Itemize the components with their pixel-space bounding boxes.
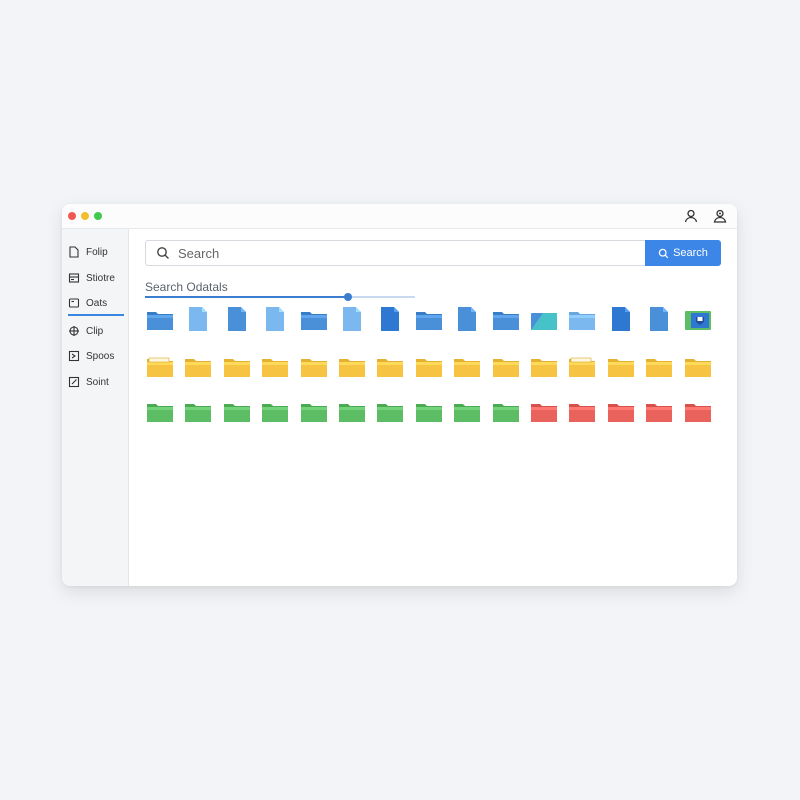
folder-icon[interactable]	[183, 396, 213, 426]
folder-icon[interactable]	[644, 351, 674, 381]
storage-icon	[68, 273, 80, 283]
sidebar-item-label: Folip	[86, 246, 108, 258]
folder-icon[interactable]	[260, 396, 290, 426]
folder-icon	[68, 298, 80, 308]
folder-icon[interactable]	[529, 396, 559, 426]
folder-icon[interactable]	[299, 396, 329, 426]
folder-icon[interactable]	[337, 396, 367, 426]
folder-icon[interactable]	[491, 351, 521, 381]
document-icon[interactable]	[337, 304, 367, 334]
search-field[interactable]	[145, 240, 645, 266]
folder-icon[interactable]	[683, 396, 713, 426]
folder-icon[interactable]	[606, 351, 636, 381]
folder-icon[interactable]	[299, 304, 329, 334]
folder-icon[interactable]	[529, 351, 559, 381]
search-icon	[157, 247, 169, 259]
folder-icon[interactable]	[414, 396, 444, 426]
file-icon	[69, 246, 79, 258]
folder-icon[interactable]	[491, 304, 521, 334]
app-window: Folip Stiotre Oats Clip Spoos Soint Sear…	[62, 204, 737, 586]
folder-icon[interactable]	[145, 396, 175, 426]
folder-icon[interactable]	[567, 351, 597, 381]
folder-icon[interactable]	[491, 396, 521, 426]
sidebar: Folip Stiotre Oats Clip Spoos Soint	[62, 229, 129, 586]
folder-icon[interactable]	[452, 396, 482, 426]
sidebar-item-label: Stiotre	[86, 272, 115, 284]
folder-icon[interactable]	[299, 351, 329, 381]
progress-fill	[145, 296, 348, 298]
folder-icon[interactable]	[567, 304, 597, 334]
search-input[interactable]	[176, 244, 645, 262]
user-icon[interactable]	[683, 208, 699, 224]
folder-icon[interactable]	[145, 351, 175, 381]
document-icon[interactable]	[183, 304, 213, 334]
folder-icon[interactable]	[375, 396, 405, 426]
sidebar-item-spoos[interactable]: Spoos	[68, 345, 124, 367]
sidebar-item-soint[interactable]: Soint	[68, 371, 124, 393]
image-icon	[68, 350, 80, 362]
sidebar-item-label: Oats	[86, 297, 108, 309]
maximize-window-button[interactable]	[94, 212, 102, 220]
folder-icon[interactable]	[529, 304, 559, 334]
progress-slider[interactable]	[145, 293, 415, 301]
folder-icon[interactable]	[222, 396, 252, 426]
folder-icon[interactable]	[452, 351, 482, 381]
sidebar-item-folip[interactable]: Folip	[68, 241, 124, 263]
sidebar-item-oats[interactable]: Oats	[68, 292, 124, 316]
file-row	[145, 351, 725, 383]
document-icon[interactable]	[606, 304, 636, 334]
folder-icon[interactable]	[683, 351, 713, 381]
search-button[interactable]: Search	[645, 240, 721, 266]
search-button-label: Search	[673, 247, 708, 259]
folder-icon[interactable]	[337, 351, 367, 381]
document-icon[interactable]	[644, 304, 674, 334]
document-icon[interactable]	[222, 304, 252, 334]
progress-handle[interactable]	[343, 293, 352, 301]
link-icon	[69, 326, 79, 336]
minimize-window-button[interactable]	[81, 212, 89, 220]
document-icon[interactable]	[260, 304, 290, 334]
document-icon[interactable]	[452, 304, 482, 334]
folder-icon[interactable]	[375, 351, 405, 381]
folder-icon[interactable]	[567, 396, 597, 426]
results-label: Search Odatals	[145, 280, 228, 294]
account-settings-icon[interactable]	[712, 208, 728, 224]
folder-icon[interactable]	[683, 304, 713, 334]
folder-icon[interactable]	[414, 351, 444, 381]
folder-icon[interactable]	[644, 396, 674, 426]
close-window-button[interactable]	[68, 212, 76, 220]
sidebar-item-clip[interactable]: Clip	[68, 320, 124, 342]
sidebar-item-stiotre[interactable]: Stiotre	[68, 267, 124, 289]
file-row	[145, 304, 725, 336]
search-icon	[658, 248, 669, 258]
sidebar-item-label: Soint	[86, 376, 109, 388]
folder-icon[interactable]	[222, 351, 252, 381]
folder-icon[interactable]	[260, 351, 290, 381]
sidebar-item-label: Clip	[86, 325, 104, 337]
folder-icon[interactable]	[145, 304, 175, 334]
title-bar	[62, 204, 737, 229]
file-row	[145, 396, 725, 428]
sidebar-item-label: Spoos	[86, 350, 115, 362]
folder-icon[interactable]	[183, 351, 213, 381]
folder-icon[interactable]	[414, 304, 444, 334]
document-icon[interactable]	[375, 304, 405, 334]
folder-icon[interactable]	[606, 396, 636, 426]
edit-icon	[68, 376, 80, 388]
